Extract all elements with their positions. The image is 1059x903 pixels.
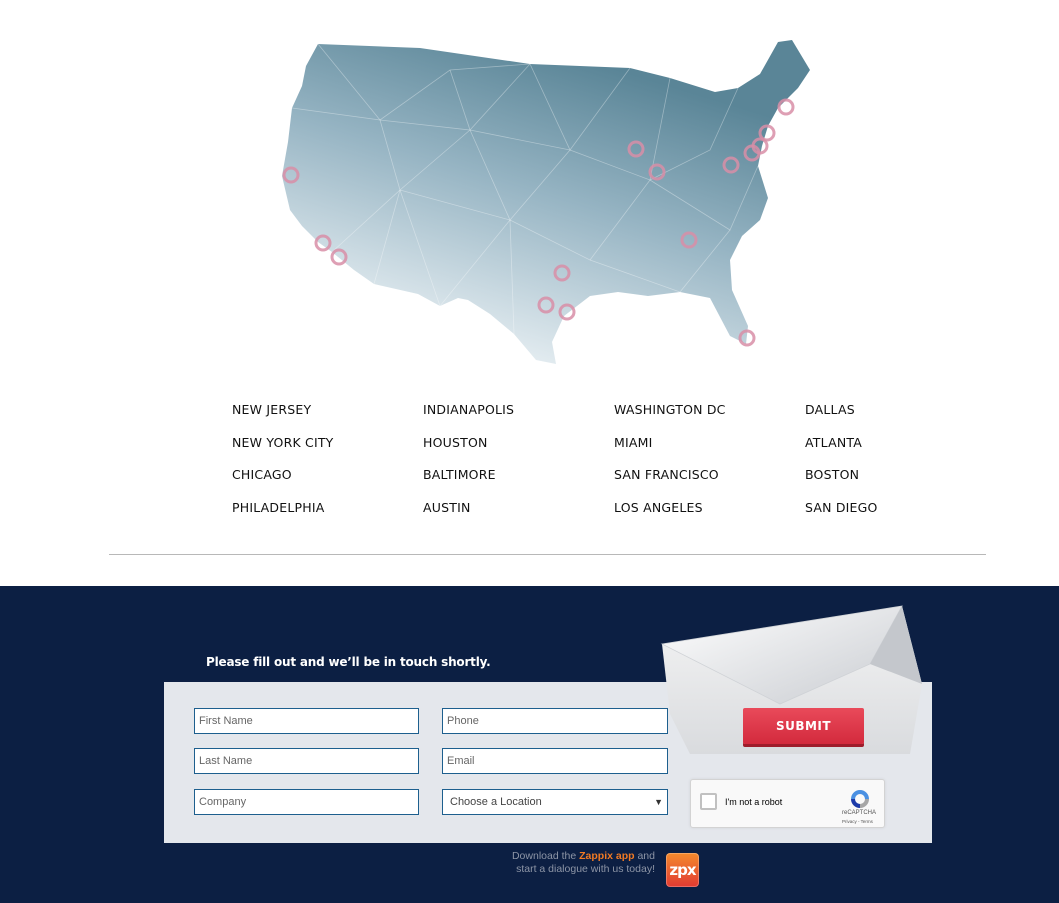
recaptcha-brand: reCAPTCHA — [842, 810, 877, 816]
city-item: SAN FRANCISCO — [614, 467, 719, 483]
city-item: INDIANAPOLIS — [423, 402, 515, 417]
recaptcha-icon — [851, 790, 869, 808]
city-item: DALLAS — [805, 402, 855, 417]
city-item: NEW YORK CITY — [232, 434, 334, 450]
location-marker-icon[interactable] — [282, 166, 300, 184]
location-marker-icon[interactable] — [722, 156, 740, 174]
location-marker-icon[interactable] — [330, 248, 348, 266]
location-marker-icon[interactable] — [537, 296, 555, 314]
section-divider — [109, 554, 986, 555]
location-marker-icon[interactable] — [680, 231, 698, 249]
location-marker-icon[interactable] — [627, 140, 645, 158]
city-item: MIAMI — [614, 434, 653, 450]
email-input[interactable] — [442, 748, 668, 774]
zappix-app-icon[interactable]: zpx — [666, 853, 699, 887]
recaptcha-label: I'm not a robot — [725, 797, 783, 807]
city-item: SAN DIEGO — [805, 499, 878, 515]
recaptcha-terms[interactable]: Privacy - Terms — [842, 819, 873, 824]
dropdown-arrow-icon: ▼ — [654, 797, 663, 807]
location-marker-icon[interactable] — [738, 329, 756, 347]
location-marker-icon[interactable] — [758, 124, 776, 142]
phone-input[interactable] — [442, 708, 668, 734]
app-promo-link[interactable]: Zappix app — [579, 850, 634, 862]
city-item: BALTIMORE — [423, 467, 496, 483]
last-name-input[interactable] — [194, 748, 419, 774]
location-select[interactable]: Choose a Location ▼ — [442, 789, 668, 815]
city-item: NEW JERSEY — [232, 402, 312, 417]
recaptcha-checkbox[interactable] — [700, 793, 717, 810]
city-item: LOS ANGELES — [614, 499, 703, 515]
city-item: ATLANTA — [805, 434, 862, 450]
city-item: PHILADELPHIA — [232, 499, 325, 515]
form-heading: Please fill out and we’ll be in touch sh… — [206, 655, 491, 669]
zappix-app-icon-text: zpx — [669, 861, 696, 879]
app-promo-line2: start a dialogue with us today! — [516, 863, 655, 875]
city-list: NEW JERSEY INDIANAPOLIS WASHINGTON DC DA… — [232, 398, 932, 538]
location-select-value: Choose a Location — [450, 796, 542, 808]
location-marker-icon[interactable] — [314, 234, 332, 252]
city-item: BOSTON — [805, 467, 860, 483]
app-promo-text: Download the Zappix app and start a dial… — [480, 850, 655, 876]
location-marker-icon[interactable] — [777, 98, 795, 116]
city-item: CHICAGO — [232, 467, 292, 483]
locations-section: NEW JERSEY INDIANAPOLIS WASHINGTON DC DA… — [0, 0, 1059, 585]
company-input[interactable] — [194, 789, 419, 815]
app-promo-suffix: and — [637, 850, 655, 862]
city-item: HOUSTON — [423, 434, 488, 450]
contact-footer: Please fill out and we’ll be in touch sh… — [0, 586, 1059, 903]
city-item: AUSTIN — [423, 499, 471, 515]
location-marker-icon[interactable] — [648, 163, 666, 181]
location-marker-icon[interactable] — [553, 264, 571, 282]
app-promo-prefix: Download the — [511, 850, 577, 862]
first-name-input[interactable] — [194, 708, 419, 734]
recaptcha-widget: I'm not a robot reCAPTCHA Privacy - Term… — [690, 779, 885, 828]
location-marker-icon[interactable] — [558, 303, 576, 321]
submit-button[interactable]: SUBMIT — [743, 708, 864, 744]
location-markers — [282, 98, 795, 347]
city-item: WASHINGTON DC — [614, 402, 726, 417]
